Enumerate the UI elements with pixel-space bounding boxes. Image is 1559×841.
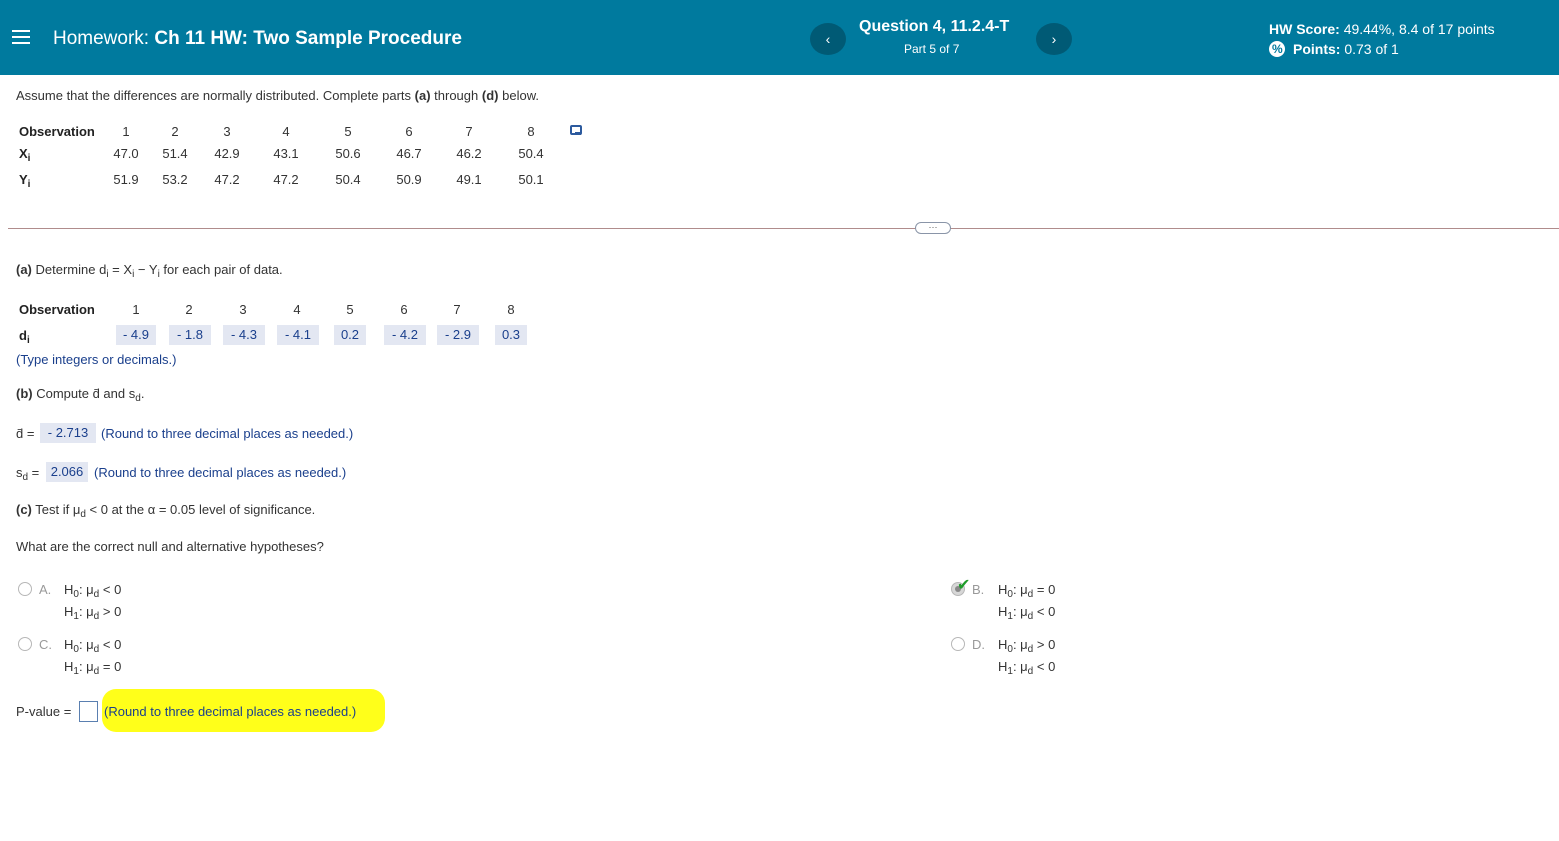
table1-x-cell: 47.0	[113, 146, 139, 161]
hypotheses-question: What are the correct null and alternativ…	[16, 539, 324, 554]
table1-x-cell: 51.4	[162, 146, 188, 161]
option-b-letter: B.	[972, 582, 985, 597]
header-bar: Homework: Ch 11 HW: Two Sample Procedure…	[0, 0, 1559, 75]
option-b-h0: H0: μd = 0	[998, 582, 1056, 600]
table2-obs-cell: 2	[185, 302, 193, 317]
table1-obs-cell: 2	[171, 124, 179, 139]
intro-text: Assume that the differences are normally…	[16, 88, 539, 103]
option-d-letter: D.	[972, 637, 985, 652]
expand-more-button[interactable]: ···	[915, 222, 951, 234]
option-c-h0: H0: μd < 0	[64, 637, 122, 655]
option-d-h1: H1: μd < 0	[998, 659, 1056, 677]
option-a-letter: A.	[39, 582, 52, 597]
option-a-h0: H0: μd < 0	[64, 582, 122, 600]
option-b-h1: H1: μd < 0	[998, 604, 1056, 622]
d-answer-box[interactable]: - 2.9	[437, 325, 479, 345]
table2-obs-cell: 8	[507, 302, 515, 317]
homework-name: Ch 11 HW: Two Sample Procedure	[154, 28, 462, 49]
table1-x-cell: 50.4	[518, 146, 544, 161]
table1-x-cell: 46.7	[396, 146, 422, 161]
points: Points: 0.73 of 1	[1269, 41, 1399, 57]
dbar-hint: (Round to three decimal places as needed…	[101, 426, 354, 441]
pvalue-label: P-value =	[16, 704, 72, 719]
table1-obs-cell: 1	[122, 124, 130, 139]
points-value: 0.73 of 1	[1344, 41, 1399, 57]
pvalue-hint: (Round to three decimal places as needed…	[104, 704, 357, 719]
table1-x-cell: 50.6	[335, 146, 361, 161]
previous-question-button[interactable]: ‹	[810, 23, 846, 55]
table2-obs-cell: 4	[293, 302, 301, 317]
hamburger-menu-icon[interactable]	[12, 30, 30, 44]
table1-y-cell: 49.1	[456, 172, 482, 187]
pvalue-input[interactable]	[79, 701, 98, 722]
table2-obs-cell: 1	[132, 302, 140, 317]
sd-hint: (Round to three decimal places as needed…	[94, 465, 347, 480]
table2-obs-cell: 7	[453, 302, 461, 317]
table1-y-cell: 50.9	[396, 172, 422, 187]
d-answer-box[interactable]: - 4.3	[223, 325, 265, 345]
d-answer-box[interactable]: 0.3	[495, 325, 527, 345]
next-question-button[interactable]: ›	[1036, 23, 1072, 55]
option-a-radio[interactable]	[18, 582, 32, 596]
option-d-radio[interactable]	[951, 637, 965, 651]
table1-y-cell: 53.2	[162, 172, 188, 187]
d-answer-box[interactable]: - 4.2	[384, 325, 426, 345]
table2-d-label: di	[19, 328, 30, 346]
d-answer-box[interactable]: - 4.1	[277, 325, 319, 345]
part-b-prompt: (b) Compute d̄ and sd.	[16, 386, 145, 404]
part-c-prompt: (c) Test if μd < 0 at the α = 0.05 level…	[16, 502, 316, 520]
option-c-radio[interactable]	[18, 637, 32, 651]
section-divider	[8, 228, 1559, 229]
table2-observation-label: Observation	[19, 302, 95, 317]
option-c-letter: C.	[39, 637, 52, 652]
table1-x-cell: 42.9	[214, 146, 240, 161]
option-c-h1: H1: μd = 0	[64, 659, 122, 677]
points-percent-icon	[1269, 41, 1285, 57]
table1-x-label: Xi	[19, 146, 31, 164]
table1-obs-cell: 4	[282, 124, 290, 139]
part-a-hint: (Type integers or decimals.)	[16, 352, 177, 367]
option-d-h0: H0: μd > 0	[998, 637, 1056, 655]
table1-obs-cell: 5	[344, 124, 352, 139]
table1-y-cell: 50.4	[335, 172, 361, 187]
table1-y-cell: 47.2	[214, 172, 240, 187]
part-a-prompt: (a) Determine di = Xi − Yi for each pair…	[16, 262, 283, 280]
question-title: Question 4, 11.2.4-T	[859, 18, 1010, 35]
table1-obs-cell: 8	[527, 124, 535, 139]
table1-y-cell: 50.1	[518, 172, 544, 187]
print-data-icon[interactable]	[570, 125, 582, 135]
table1-x-cell: 43.1	[273, 146, 299, 161]
homework-prefix: Homework:	[53, 28, 150, 49]
table2-obs-cell: 3	[239, 302, 247, 317]
homework-title: Homework: Ch 11 HW: Two Sample Procedure	[53, 28, 462, 50]
table1-y-label: Yi	[19, 172, 31, 190]
table1-obs-cell: 6	[405, 124, 413, 139]
table1-obs-cell: 7	[465, 124, 473, 139]
hw-score-label: HW Score:	[1269, 21, 1340, 37]
sd-answer-box[interactable]: 2.066	[46, 462, 88, 482]
hw-score: HW Score: 49.44%, 8.4 of 17 points	[1269, 21, 1495, 37]
option-a-h1: H1: μd > 0	[64, 604, 122, 622]
points-label: Points:	[1293, 41, 1341, 57]
table1-x-cell: 46.2	[456, 146, 482, 161]
table1-observation-label: Observation	[19, 124, 95, 139]
hw-score-value: 49.44%, 8.4 of 17 points	[1343, 21, 1495, 37]
table1-obs-cell: 3	[223, 124, 231, 139]
d-answer-box[interactable]: - 4.9	[116, 325, 156, 345]
question-part: Part 5 of 7	[904, 42, 960, 56]
table2-obs-cell: 5	[346, 302, 354, 317]
table2-obs-cell: 6	[400, 302, 408, 317]
d-answer-box[interactable]: 0.2	[334, 325, 366, 345]
table1-y-cell: 47.2	[273, 172, 299, 187]
dbar-answer-box[interactable]: - 2.713	[40, 423, 96, 443]
correct-check-icon: ✔	[957, 577, 971, 594]
sd-label: sd =	[16, 465, 40, 483]
dbar-label: d̄ =	[16, 426, 35, 441]
d-answer-box[interactable]: - 1.8	[169, 325, 211, 345]
table1-y-cell: 51.9	[113, 172, 139, 187]
